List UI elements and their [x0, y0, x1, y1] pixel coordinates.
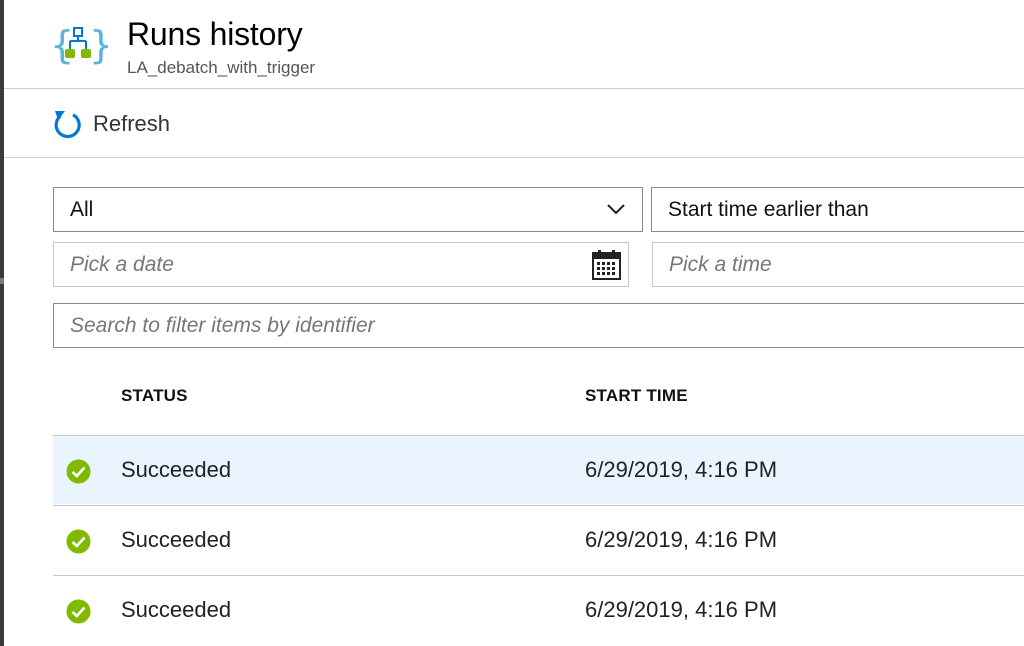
table-row[interactable]: Succeeded 6/29/2019, 4:16 PM — [53, 435, 1024, 504]
time-comparison-value: Start time earlier than — [668, 197, 869, 221]
run-status: Succeeded — [121, 457, 232, 482]
success-check-icon — [66, 529, 91, 554]
time-comparison-select[interactable]: Start time earlier than — [651, 187, 1024, 232]
window-left-edge-gap — [0, 278, 4, 284]
toolbar-divider — [4, 157, 1024, 158]
page-subtitle: LA_debatch_with_trigger — [127, 58, 316, 77]
refresh-button[interactable]: Refresh — [52, 106, 170, 142]
run-start-time: 6/29/2019, 4:16 PM — [585, 597, 778, 622]
date-picker-input[interactable]: Pick a date — [53, 242, 629, 287]
window-left-edge — [0, 0, 4, 646]
table-row[interactable]: Succeeded 6/29/2019, 4:16 PM — [53, 575, 1024, 644]
refresh-icon — [54, 110, 81, 138]
success-check-icon — [66, 599, 91, 624]
time-placeholder: Pick a time — [669, 252, 772, 276]
svg-text:}: } — [89, 23, 108, 66]
date-placeholder: Pick a date — [70, 252, 174, 276]
refresh-label: Refresh — [93, 111, 171, 136]
run-status: Succeeded — [121, 597, 232, 622]
search-input[interactable]: Search to filter items by identifier — [53, 303, 1024, 348]
column-header-start-time[interactable]: START TIME — [585, 386, 688, 406]
page-title: Runs history — [127, 16, 303, 52]
chevron-down-icon — [607, 204, 625, 215]
run-status: Succeeded — [121, 527, 232, 552]
logic-app-icon: { } — [50, 22, 113, 67]
status-filter-value: All — [70, 197, 94, 221]
run-start-time: 6/29/2019, 4:16 PM — [585, 457, 778, 482]
header-divider — [4, 88, 1024, 89]
column-header-status[interactable]: STATUS — [121, 386, 188, 406]
time-picker-input[interactable]: Pick a time — [652, 242, 1024, 287]
search-placeholder: Search to filter items by identifier — [70, 313, 375, 337]
run-start-time: 6/29/2019, 4:16 PM — [585, 527, 778, 552]
calendar-icon[interactable] — [592, 250, 621, 280]
status-filter-select[interactable]: All — [53, 187, 643, 232]
table-row[interactable]: Succeeded 6/29/2019, 4:16 PM — [53, 505, 1024, 574]
success-check-icon — [66, 459, 91, 484]
